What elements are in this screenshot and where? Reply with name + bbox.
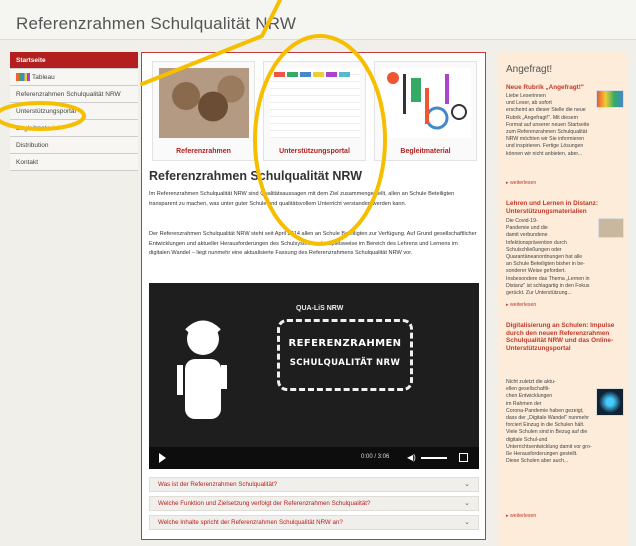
presenter-figure-icon: [177, 320, 227, 419]
right-sidebar: Angefragt! Neue Rubrik „Angefragt!" Lieb…: [498, 52, 628, 546]
sidebar-nav: Startseite Tableau Referenzrahmen Schulq…: [10, 52, 138, 171]
sidebar-item-kontakt[interactable]: Kontakt: [10, 154, 138, 171]
page: Referenzrahmen Schulqualität NRW Startse…: [0, 0, 636, 546]
description-paragraph: Der Referenzrahmen Schulqualität NRW ste…: [149, 231, 477, 256]
video-time: 0:00 / 3:06: [361, 454, 390, 460]
post-title[interactable]: Lehren und Lernen in Distanz: Unterstütz…: [506, 200, 626, 215]
sidebar-item-startseite[interactable]: Startseite: [10, 52, 138, 69]
volume-slider[interactable]: [421, 457, 447, 459]
volume-icon[interactable]: ◀): [407, 453, 416, 462]
sidebar-item-unterstuetzungsportal[interactable]: Unterstützungsportal: [10, 103, 138, 120]
board-title: REFERENZRAHMEN: [288, 338, 402, 349]
tile-label: Begleitmaterial: [400, 148, 451, 155]
site-header: Referenzrahmen Schulqualität NRW: [0, 0, 636, 40]
post-thumbnail: [596, 388, 624, 416]
portal-bar: [326, 72, 337, 77]
accordion-item[interactable]: Welche Inhalte spricht der Referenzrahme…: [149, 515, 479, 530]
puzzle-image: [159, 68, 249, 138]
read-more-link[interactable]: ▸ weiterlesen: [506, 180, 536, 186]
board-subtitle: SCHULQUALITÄT NRW: [289, 358, 401, 368]
sidebar-item-tableau[interactable]: Tableau: [10, 69, 138, 86]
chevron-down-icon: ⌄: [464, 519, 470, 526]
chevron-down-icon: ⌄: [464, 500, 470, 507]
accordion-label: Was ist der Referenzrahmen Schulqualität…: [158, 481, 278, 488]
tile-begleitmaterial[interactable]: Begleitmaterial: [374, 61, 477, 161]
video-controls: 0:00 / 3:06 ◀): [149, 447, 479, 469]
post-title[interactable]: Digitalisierung an Schulen: Impulse durc…: [506, 322, 626, 352]
accordion-item[interactable]: Was ist der Referenzrahmen Schulqualität…: [149, 477, 479, 492]
accordion-item[interactable]: Welche Funktion und Zielsetzung verfolgt…: [149, 496, 479, 511]
tile-referenzrahmen[interactable]: Referenzrahmen: [152, 61, 255, 161]
brand-label: QUA-LiS NRW: [296, 305, 344, 312]
portal-image: [270, 68, 360, 138]
post-thumbnail: [596, 90, 624, 108]
read-more-label: weiterlesen: [510, 513, 537, 519]
accordion-label: Welche Inhalte spricht der Referenzrahme…: [158, 519, 343, 526]
tile-row: Referenzrahmen Unterstützungsportal Begl…: [152, 61, 477, 161]
portal-bar: [300, 72, 311, 77]
page-title: Referenzrahmen Schulqualität NRW: [149, 169, 363, 183]
post-text: Liebe Leserinnen und Leser, ab sofort er…: [506, 93, 590, 157]
portal-bar: [339, 72, 350, 77]
intro-paragraph: Im Referenzrahmen Schulqualität NRW sind…: [149, 191, 455, 207]
tile-label: Referenzrahmen: [176, 148, 231, 155]
chevron-down-icon: ⌄: [464, 481, 470, 488]
tools-icon: [381, 68, 471, 138]
fullscreen-icon[interactable]: [459, 453, 468, 462]
portal-bar: [287, 72, 298, 77]
video-player[interactable]: QUA-LiS NRW REFERENZRAHMEN SCHULQUALITÄT…: [149, 283, 479, 469]
sidebar-item-label: Tableau: [32, 74, 55, 81]
read-more-link[interactable]: ▸ weiterlesen: [506, 513, 536, 519]
read-more-link[interactable]: ▸ weiterlesen: [506, 302, 536, 308]
sidebar-heading: Angefragt!: [506, 64, 553, 75]
title-board: REFERENZRAHMEN SCHULQUALITÄT NRW: [277, 319, 413, 391]
sidebar-item-begleitmaterial[interactable]: Begleitmaterial: [10, 120, 138, 137]
post-thumbnail: [598, 218, 624, 238]
post-text: Nicht zuletzt die aktu- ellen gesellscha…: [506, 379, 592, 465]
sidebar-item-distribution[interactable]: Distribution: [10, 137, 138, 154]
accordion-label: Welche Funktion und Zielsetzung verfolgt…: [158, 500, 371, 507]
read-more-label: weiterlesen: [510, 302, 537, 308]
portal-bar: [313, 72, 324, 77]
main-content: Referenzrahmen Unterstützungsportal Begl…: [141, 52, 486, 540]
post-text: Die Covid-19- Pandemie und die damit ver…: [506, 218, 590, 297]
sidebar-item-referenzrahmen[interactable]: Referenzrahmen Schulqualität NRW: [10, 86, 138, 103]
tableau-icon: [16, 73, 30, 82]
read-more-label: weiterlesen: [510, 180, 537, 186]
tile-unterstuetzungsportal[interactable]: Unterstützungsportal: [263, 61, 366, 161]
play-icon[interactable]: [159, 453, 166, 463]
portal-bar: [274, 72, 285, 77]
site-title: Referenzrahmen Schulqualität NRW: [16, 14, 297, 33]
tile-label: Unterstützungsportal: [279, 148, 350, 155]
